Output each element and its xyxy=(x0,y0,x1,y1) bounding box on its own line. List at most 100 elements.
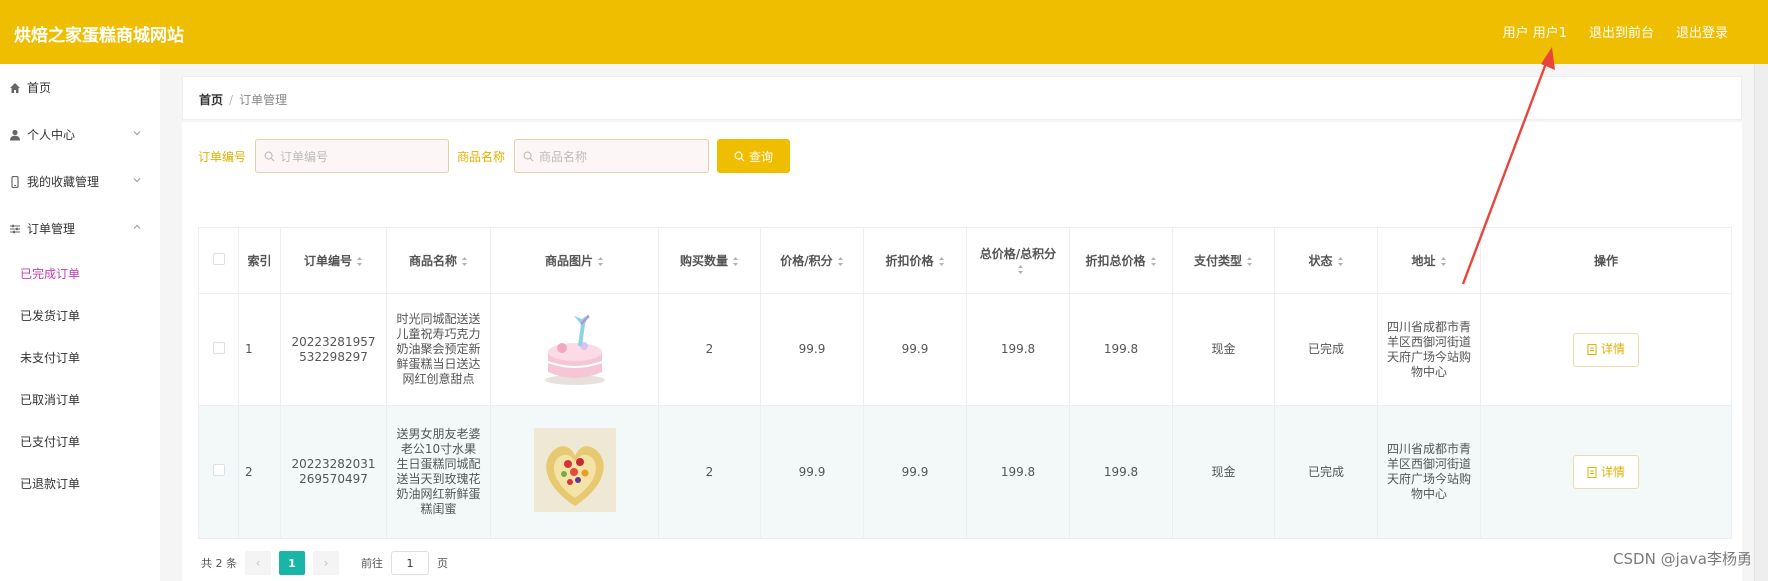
detail-button[interactable]: 详情 xyxy=(1573,332,1639,367)
logout-link[interactable]: 退出登录 xyxy=(1676,22,1728,41)
col-status-label: 状态 xyxy=(1308,254,1333,268)
col-total[interactable]: 总价格/总积分 xyxy=(966,227,1070,294)
order-no-text: 20223281957532298297 xyxy=(291,334,376,364)
table-row: 2 20223282031269570497 送男女朋友老婆老公10寸水果生日蛋… xyxy=(198,405,1732,539)
cell-price: 99.9 xyxy=(760,405,864,539)
cell-discount-total: 199.8 xyxy=(1069,293,1173,406)
cell-order-no: 20223281957532298297 xyxy=(280,293,387,406)
cell-pay-type: 现金 xyxy=(1172,293,1275,406)
order-no-label: 订单编号 xyxy=(198,150,247,164)
chevron-down-icon xyxy=(133,131,141,136)
table-row: 1 20223281957532298297 时光同城配送送儿童祝寿巧克力奶油聚… xyxy=(198,293,1732,406)
sort-icon xyxy=(1017,265,1023,274)
top-links: 用户 用户1 退出到前台 退出登录 xyxy=(1503,22,1728,41)
goods-name-text: 送男女朋友老婆老公10寸水果生日蛋糕同城配送当天到玫瑰花奶油网红新鲜蛋糕闺蜜 xyxy=(396,427,481,516)
select-all-checkbox[interactable] xyxy=(212,253,225,265)
col-discount-price[interactable]: 折扣价格 xyxy=(863,227,967,294)
site-title: 烘焙之家蛋糕商城网站 xyxy=(14,26,184,46)
next-page-button[interactable]: › xyxy=(313,551,339,575)
sidebar-subitem-paid[interactable]: 已支付订单 xyxy=(0,420,160,462)
col-address[interactable]: 地址 xyxy=(1377,227,1481,294)
search-icon xyxy=(734,151,745,161)
cell-discount-price: 99.9 xyxy=(863,405,967,539)
col-action: 操作 xyxy=(1480,227,1732,294)
sort-icon xyxy=(733,257,738,266)
watermark: CSDN @java李杨勇 xyxy=(1613,550,1752,568)
sidebar-subitem-cancelled[interactable]: 已取消订单 xyxy=(0,378,160,420)
sidebar-subitem-shipped[interactable]: 已发货订单 xyxy=(0,294,160,336)
cell-status: 已完成 xyxy=(1274,293,1378,406)
col-goods-pic[interactable]: 商品图片 xyxy=(490,227,659,294)
sidebar-item-home[interactable]: 首页 xyxy=(0,64,160,111)
cell-goods-pic xyxy=(490,293,659,406)
cell-pay-type: 现金 xyxy=(1172,405,1275,539)
col-goods-pic-label: 商品图片 xyxy=(544,254,593,268)
cell-status: 已完成 xyxy=(1274,405,1378,539)
detail-button[interactable]: 详情 xyxy=(1573,455,1639,489)
goto-page-input[interactable]: 1 xyxy=(391,551,429,575)
query-button[interactable]: 查询 xyxy=(717,139,790,173)
detail-button-label: 详情 xyxy=(1600,464,1625,479)
pagination: 共 2 条 ‹ 1 › 前往 1 页 xyxy=(201,551,448,575)
sidebar-item-favorites[interactable]: 我的收藏管理 xyxy=(0,158,160,205)
col-goods-name[interactable]: 商品名称 xyxy=(386,227,491,294)
sidebar-subitem-refunded[interactable]: 已退款订单 xyxy=(0,462,160,504)
cell-address: 四川省成都市青羊区西御河街道天府广场今站购物中心 xyxy=(1377,293,1481,406)
sidebar-item-label: 我的收藏管理 xyxy=(27,175,100,189)
row-select-cell xyxy=(198,293,239,406)
cell-quantity: 2 xyxy=(658,293,761,406)
col-total-label: 总价格/总积分 xyxy=(979,247,1057,261)
sidebar-item-label: 首页 xyxy=(27,81,52,95)
chevron-down-icon xyxy=(133,178,141,183)
document-icon xyxy=(1587,466,1597,478)
col-discount-total[interactable]: 折扣总价格 xyxy=(1069,227,1173,294)
sort-icon xyxy=(837,257,843,266)
breadcrumb-home[interactable]: 首页 xyxy=(199,93,223,107)
cell-discount-total: 199.8 xyxy=(1069,405,1173,539)
cell-discount-price: 99.9 xyxy=(863,293,967,406)
sidebar-item-orders[interactable]: 订单管理 xyxy=(0,205,160,252)
user-label[interactable]: 用户 用户1 xyxy=(1503,22,1567,41)
col-order-no[interactable]: 订单编号 xyxy=(280,227,387,294)
col-quantity[interactable]: 购买数量 xyxy=(658,227,761,294)
goods-name-placeholder: 商品名称 xyxy=(539,149,588,164)
sidebar-subitem-unpaid[interactable]: 未支付订单 xyxy=(0,336,160,378)
col-quantity-label: 购买数量 xyxy=(679,254,728,268)
row-checkbox[interactable] xyxy=(212,341,225,354)
search-icon xyxy=(264,151,275,161)
address-text: 四川省成都市青羊区西御河街道天府广场今站购物中心 xyxy=(1386,319,1471,379)
cell-total: 199.8 xyxy=(966,293,1070,406)
order-no-input[interactable]: 订单编号 xyxy=(255,139,449,173)
col-price[interactable]: 价格/积分 xyxy=(760,227,864,294)
sort-icon xyxy=(1247,257,1252,266)
col-status[interactable]: 状态 xyxy=(1274,227,1378,294)
sort-icon xyxy=(1337,257,1343,266)
goto-suffix: 页 xyxy=(437,557,448,570)
col-pay-type[interactable]: 支付类型 xyxy=(1172,227,1275,294)
breadcrumb-card: 首页 / 订单管理 xyxy=(182,76,1742,120)
sort-icon xyxy=(938,257,944,266)
page-scrollbar[interactable] xyxy=(1754,64,1768,581)
cell-total: 199.8 xyxy=(966,405,1070,539)
cell-order-no: 20223282031269570497 xyxy=(280,405,387,539)
back-to-front-link[interactable]: 退出到前台 xyxy=(1589,22,1654,41)
page-number-active[interactable]: 1 xyxy=(279,551,305,575)
row-checkbox[interactable] xyxy=(212,464,225,476)
col-address-label: 地址 xyxy=(1411,254,1436,268)
select-all-cell xyxy=(198,227,239,294)
sort-icon xyxy=(1150,257,1156,266)
sidebar-subitem-completed[interactable]: 已完成订单 xyxy=(0,252,160,294)
col-discount-price-label: 折扣价格 xyxy=(885,254,934,268)
top-bar: 烘焙之家蛋糕商城网站 用户 用户1 退出到前台 退出登录 xyxy=(0,0,1768,64)
sidebar-item-personal[interactable]: 个人中心 xyxy=(0,111,160,158)
sort-icon xyxy=(462,257,467,266)
col-pay-type-label: 支付类型 xyxy=(1193,254,1242,268)
col-price-label: 价格/积分 xyxy=(780,254,833,268)
query-button-label: 查询 xyxy=(748,149,773,164)
orders-table: 索引 订单编号 商品名称 商品图片 购买数量 价格/积分 折扣价格 总价格/总积… xyxy=(198,227,1732,539)
sidebar: 首页 个人中心 我的收藏管理 订单管理 已完成订单 已发货订单 未支付订单 已取… xyxy=(0,64,160,581)
phone-icon xyxy=(8,175,21,188)
cake-image xyxy=(533,305,616,390)
goods-name-input[interactable]: 商品名称 xyxy=(514,139,709,173)
prev-page-button[interactable]: ‹ xyxy=(245,551,271,575)
